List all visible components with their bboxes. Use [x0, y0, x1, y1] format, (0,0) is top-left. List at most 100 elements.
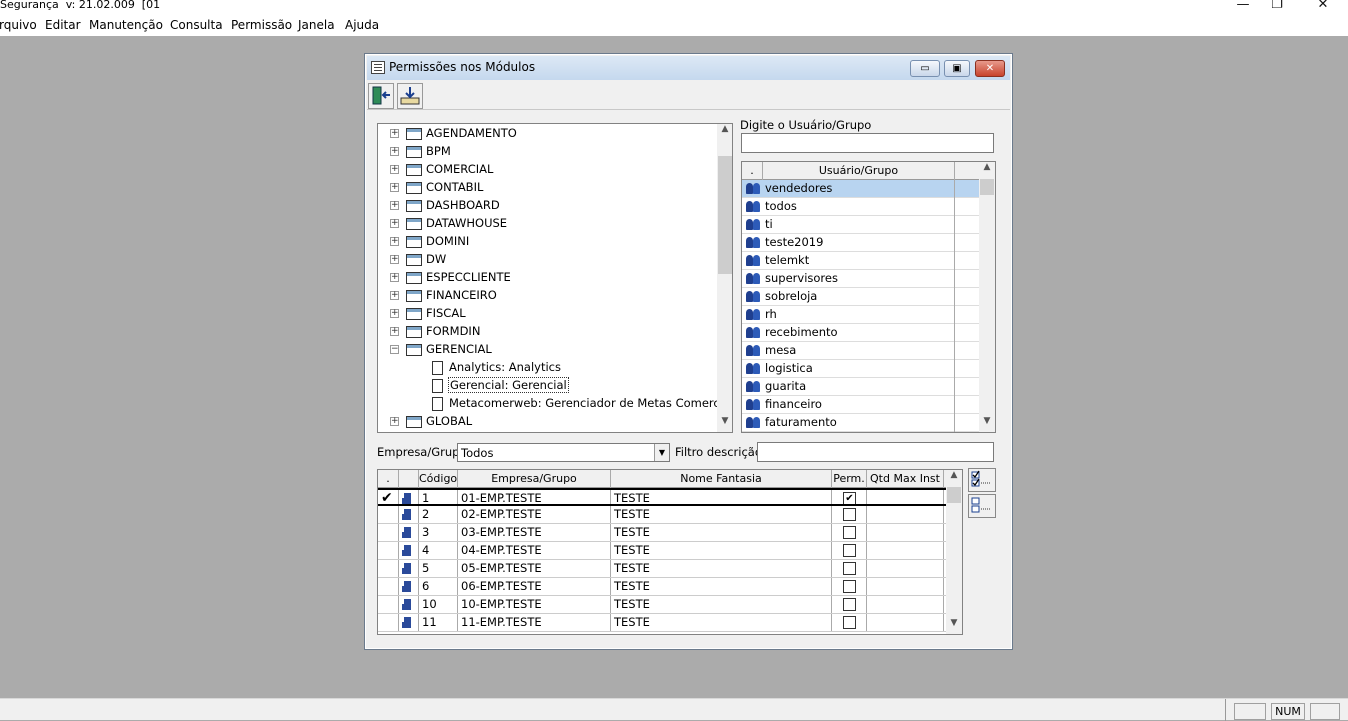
- company-grid-row[interactable]: 11 11-EMP.TESTE TESTE: [378, 614, 946, 632]
- scroll-down-icon[interactable]: ▼: [946, 618, 962, 634]
- company-grid-row[interactable]: ✔ 1 01-EMP.TESTE TESTE ✔: [378, 488, 946, 506]
- col-empresa[interactable]: Empresa/Grupo: [458, 470, 611, 488]
- module-tree[interactable]: + AGENDAMENTO + BPM + COMERCIAL + CONTABIL + DASH…: [377, 123, 733, 433]
- perm-checkbox[interactable]: [843, 526, 856, 539]
- scroll-up-icon[interactable]: ▲: [717, 124, 732, 140]
- dialog-close-button[interactable]: ✕: [975, 60, 1005, 77]
- company-grid-row[interactable]: 4 04-EMP.TESTE TESTE: [378, 542, 946, 560]
- row-indicator: [378, 596, 399, 613]
- perm-checkbox[interactable]: [843, 562, 856, 575]
- company-grid[interactable]: . Código Empresa/Grupo Nome Fantasia Per…: [377, 469, 963, 635]
- user-grid-row[interactable]: vendedores: [742, 180, 979, 198]
- col-codigo[interactable]: Código: [419, 470, 458, 488]
- perm-checkbox[interactable]: ✔: [843, 492, 856, 504]
- expand-toggle-icon[interactable]: +: [390, 327, 399, 336]
- perm-checkbox[interactable]: [843, 580, 856, 593]
- menu-janela[interactable]: Janela: [298, 18, 335, 32]
- qtd-max-cell[interactable]: [867, 560, 944, 577]
- perm-checkbox[interactable]: [843, 544, 856, 557]
- user-search-input[interactable]: [741, 133, 994, 153]
- row-indicator: [378, 614, 399, 631]
- qtd-max-cell[interactable]: [867, 614, 944, 631]
- user-group-icon: [746, 399, 762, 410]
- qtd-max-cell[interactable]: [867, 524, 944, 541]
- user-grid-row[interactable]: mesa: [742, 342, 979, 360]
- user-grid-row[interactable]: telemkt: [742, 252, 979, 270]
- exit-button[interactable]: [368, 83, 394, 109]
- col-perm[interactable]: Perm.: [832, 470, 867, 488]
- scroll-up-icon[interactable]: ▲: [979, 162, 995, 178]
- codigo-cell: 2: [419, 506, 458, 523]
- user-grid-col-name[interactable]: Usuário/Grupo: [763, 162, 955, 180]
- user-group-grid[interactable]: . Usuário/Grupo vendedores todos ti teste20…: [741, 161, 996, 433]
- perm-checkbox[interactable]: [843, 616, 856, 629]
- expand-toggle-icon[interactable]: +: [390, 237, 399, 246]
- uncheck-all-button[interactable]: [968, 494, 996, 518]
- save-button[interactable]: [397, 83, 423, 109]
- perm-checkbox[interactable]: [843, 508, 856, 521]
- status-panel-scroll: [1310, 703, 1340, 720]
- user-grid-row[interactable]: supervisores: [742, 270, 979, 288]
- user-grid-row[interactable]: recebimento: [742, 324, 979, 342]
- user-grid-row[interactable]: financeiro: [742, 396, 979, 414]
- dialog-minimize-button[interactable]: ▭: [910, 60, 940, 77]
- dialog-maximize-button[interactable]: ▣: [944, 60, 970, 77]
- user-grid-row[interactable]: logistica: [742, 360, 979, 378]
- user-grid-scroll-thumb[interactable]: [980, 179, 994, 195]
- col-fantasia[interactable]: Nome Fantasia: [611, 470, 832, 488]
- scroll-down-icon[interactable]: ▼: [979, 416, 995, 432]
- tree-scroll-thumb[interactable]: [718, 156, 732, 274]
- chevron-down-icon[interactable]: ▼: [654, 444, 669, 461]
- scroll-down-icon[interactable]: ▼: [717, 416, 732, 432]
- menu-permissao[interactable]: Permissão: [231, 18, 292, 32]
- qtd-max-cell[interactable]: [867, 542, 944, 559]
- menu-ajuda[interactable]: Ajuda: [345, 18, 379, 32]
- user-grid-row[interactable]: faturamento: [742, 414, 979, 432]
- expand-toggle-icon[interactable]: +: [390, 309, 399, 318]
- user-grid-row[interactable]: todos: [742, 198, 979, 216]
- expand-toggle-icon[interactable]: +: [390, 183, 399, 192]
- company-grid-row[interactable]: 6 06-EMP.TESTE TESTE: [378, 578, 946, 596]
- qtd-max-cell[interactable]: [867, 596, 944, 613]
- expand-toggle-icon[interactable]: +: [390, 417, 399, 426]
- company-grid-row[interactable]: 3 03-EMP.TESTE TESTE: [378, 524, 946, 542]
- company-grid-row[interactable]: 10 10-EMP.TESTE TESTE: [378, 596, 946, 614]
- user-group-name: ti: [765, 217, 773, 231]
- close-button[interactable]: ✕: [1300, 0, 1346, 13]
- menu-editar[interactable]: Editar: [45, 18, 81, 32]
- user-grid-row[interactable]: rh: [742, 306, 979, 324]
- user-grid-row[interactable]: sobreloja: [742, 288, 979, 306]
- expand-toggle-icon[interactable]: +: [390, 291, 399, 300]
- expand-toggle-icon[interactable]: +: [390, 129, 399, 138]
- qtd-max-cell[interactable]: [867, 506, 944, 523]
- restore-button[interactable]: ❐: [1254, 0, 1300, 13]
- company-grid-scroll-thumb[interactable]: [947, 487, 961, 503]
- perm-checkbox[interactable]: [843, 598, 856, 611]
- check-all-button[interactable]: [968, 468, 996, 492]
- expand-toggle-icon[interactable]: +: [390, 273, 399, 282]
- col-qtd-max[interactable]: Qtd Max Inst: [867, 470, 944, 488]
- tree-scrollbar[interactable]: ▲ ▼: [717, 124, 732, 432]
- user-grid-row[interactable]: guarita: [742, 378, 979, 396]
- menu-consulta[interactable]: Consulta: [170, 18, 223, 32]
- company-grid-row[interactable]: 5 05-EMP.TESTE TESTE: [378, 560, 946, 578]
- user-grid-row[interactable]: teste2019: [742, 234, 979, 252]
- user-grid-row[interactable]: ti: [742, 216, 979, 234]
- expand-toggle-icon[interactable]: +: [390, 147, 399, 156]
- expand-toggle-icon[interactable]: +: [390, 255, 399, 264]
- company-grid-row[interactable]: 2 02-EMP.TESTE TESTE: [378, 506, 946, 524]
- expand-toggle-icon[interactable]: +: [390, 219, 399, 228]
- expand-toggle-icon[interactable]: −: [390, 345, 399, 354]
- qtd-max-cell[interactable]: [867, 578, 944, 595]
- expand-toggle-icon[interactable]: +: [390, 165, 399, 174]
- menu-manutencao[interactable]: Manutenção: [89, 18, 163, 32]
- user-group-name: recebimento: [765, 325, 838, 339]
- company-grid-scrollbar[interactable]: ▲ ▼: [946, 470, 962, 634]
- user-grid-scrollbar[interactable]: ▲ ▼: [979, 162, 995, 432]
- empresa-select[interactable]: Todos ▼: [457, 443, 670, 462]
- menu-arquivo[interactable]: rquivo: [0, 18, 37, 32]
- scroll-up-icon[interactable]: ▲: [946, 470, 962, 486]
- expand-toggle-icon[interactable]: +: [390, 201, 399, 210]
- filtro-descricao-input[interactable]: [757, 442, 994, 462]
- qtd-max-cell[interactable]: [867, 490, 944, 504]
